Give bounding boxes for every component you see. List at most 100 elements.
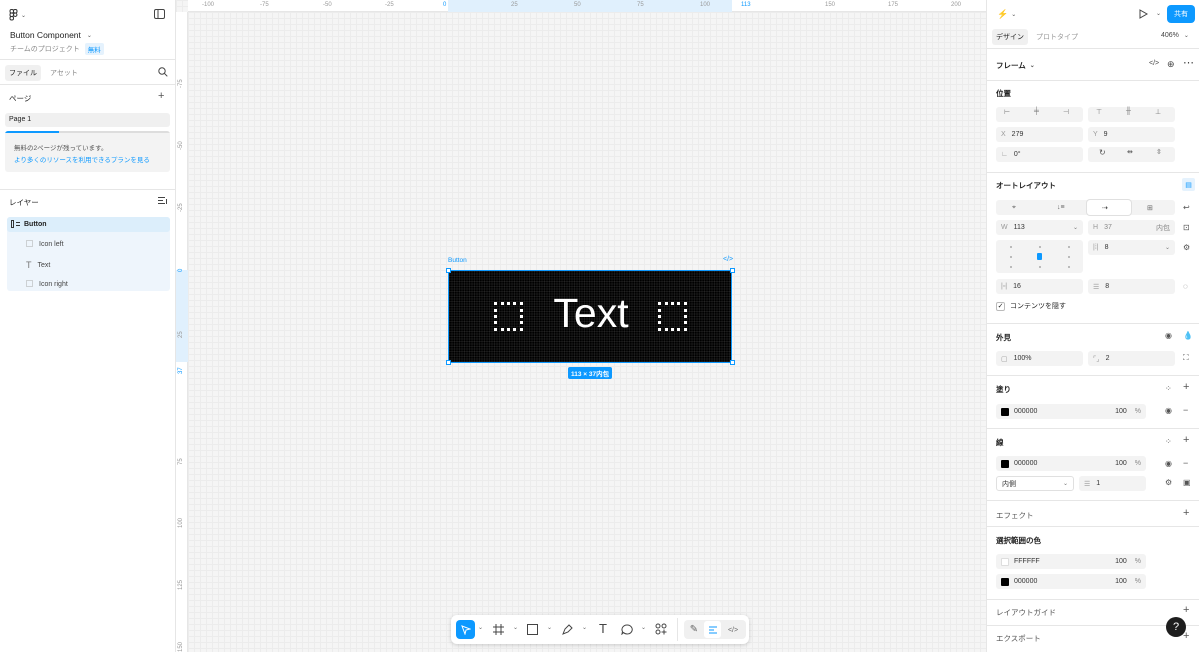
help-button[interactable]: ? bbox=[1166, 617, 1186, 637]
alignment-dot[interactable] bbox=[1010, 246, 1012, 248]
individual-padding-icon[interactable]: ◌ bbox=[1183, 282, 1188, 291]
y-field[interactable]: Y9 bbox=[1088, 127, 1175, 142]
add-effect-icon[interactable]: + bbox=[1183, 508, 1189, 519]
opacity-field[interactable]: ▢ 100% bbox=[996, 351, 1083, 366]
blend-mode-icon[interactable]: 💧 bbox=[1183, 331, 1193, 340]
horizontal-padding-field[interactable]: |▫| 16 bbox=[996, 279, 1083, 294]
upgrade-link[interactable]: より多くのリソースを利用できるプランを見る bbox=[5, 152, 170, 164]
add-layout-guide-icon[interactable]: + bbox=[1183, 605, 1189, 616]
selection-color-row[interactable]: 000000 100% bbox=[996, 574, 1146, 589]
comment-tool-button[interactable] bbox=[620, 622, 634, 636]
alignment-dot[interactable] bbox=[1010, 266, 1012, 268]
pen-tool-button[interactable] bbox=[560, 622, 574, 636]
shape-tool-button[interactable] bbox=[525, 622, 539, 636]
stroke-sides-icon[interactable]: ▣ bbox=[1183, 478, 1191, 487]
horizontal-direction-icon[interactable]: ⇢ bbox=[1102, 200, 1108, 215]
selection-color-row[interactable]: FFFFFF 100% bbox=[996, 554, 1146, 569]
alignment-dot[interactable] bbox=[1010, 256, 1012, 258]
stroke-position-select[interactable]: 内側 ⌄ bbox=[996, 476, 1074, 491]
flip-vertical-icon[interactable]: ⇳ bbox=[1156, 148, 1162, 156]
gap-field[interactable]: |⁞| 8 ⌄ bbox=[1088, 240, 1175, 255]
eye-icon[interactable]: ◉ bbox=[1165, 459, 1172, 468]
button-frame[interactable]: Text bbox=[448, 270, 732, 363]
align-middle-icon[interactable]: ╫ bbox=[1126, 108, 1131, 115]
corner-radius-field[interactable]: ⌜⌟ 2 bbox=[1088, 351, 1175, 366]
color-swatch[interactable] bbox=[1001, 557, 1009, 566]
draw-mode-button[interactable]: ✎ bbox=[687, 622, 701, 636]
resize-handle[interactable] bbox=[730, 268, 735, 273]
horizontal-direction-active[interactable] bbox=[1087, 200, 1131, 215]
stroke-settings-icon[interactable]: ⚙ bbox=[1165, 478, 1172, 487]
sidebar-toggle-icon[interactable] bbox=[154, 9, 165, 19]
chevron-down-icon[interactable]: ⌄ bbox=[478, 624, 483, 631]
independent-corners-icon[interactable]: ⛶ bbox=[1183, 353, 1189, 363]
stroke-weight-field[interactable]: ☰ 1 bbox=[1079, 476, 1146, 491]
stroke-row[interactable]: 000000 100% bbox=[996, 456, 1146, 471]
resize-to-fit-icon[interactable]: ⊡ bbox=[1183, 223, 1190, 232]
styles-icon[interactable]: ⁘ bbox=[1165, 437, 1172, 446]
autolayout-toggle-icon[interactable]: ▤ bbox=[1182, 178, 1195, 191]
color-swatch[interactable] bbox=[1001, 577, 1009, 586]
frame-type-select[interactable]: フレーム ⌄ bbox=[996, 60, 1035, 71]
chevron-down-icon[interactable]: ⌄ bbox=[582, 624, 587, 631]
icon-right-placeholder[interactable] bbox=[658, 302, 687, 331]
clip-content-checkbox[interactable]: ✓ コンテンツを隠す bbox=[996, 301, 1066, 311]
add-fill-icon[interactable]: + bbox=[1183, 382, 1189, 393]
play-icon[interactable] bbox=[1139, 9, 1148, 19]
main-menu-button[interactable]: ⌄ bbox=[9, 9, 26, 21]
alignment-dot[interactable] bbox=[1039, 266, 1041, 268]
layer-item-icon-right[interactable]: Icon right bbox=[26, 280, 68, 288]
code-icon[interactable]: </> bbox=[723, 256, 733, 263]
eye-icon[interactable]: ◉ bbox=[1165, 406, 1172, 415]
alignment-dot[interactable] bbox=[1068, 266, 1070, 268]
file-title[interactable]: Button Component ⌄ bbox=[10, 30, 92, 40]
chevron-down-icon[interactable]: ⌄ bbox=[641, 624, 646, 631]
page-item-page1[interactable]: Page 1 bbox=[5, 113, 170, 127]
fill-swatch[interactable] bbox=[1001, 407, 1009, 416]
design-mode-button[interactable] bbox=[704, 621, 721, 638]
align-top-icon[interactable]: ⊤ bbox=[1096, 108, 1102, 116]
resize-handle[interactable] bbox=[446, 268, 451, 273]
alignment-dot[interactable] bbox=[1068, 256, 1070, 258]
actions-button[interactable] bbox=[654, 622, 668, 636]
rotation-field[interactable]: ∟ 0° bbox=[996, 147, 1083, 162]
vertical-direction-icon[interactable]: ↓≡ bbox=[1057, 200, 1065, 215]
frame-label[interactable]: Button bbox=[448, 257, 467, 264]
eye-icon[interactable]: ◉ bbox=[1165, 331, 1172, 340]
align-left-icon[interactable]: ⊢ bbox=[1004, 108, 1010, 116]
chevron-down-icon[interactable]: ⌄ bbox=[513, 624, 518, 631]
code-icon[interactable]: </> bbox=[1149, 60, 1159, 67]
layer-item-button[interactable]: Button bbox=[11, 220, 47, 228]
resize-handle[interactable] bbox=[730, 360, 735, 365]
chevron-down-icon[interactable]: ⌄ bbox=[1156, 10, 1161, 17]
layout-wrap-icon[interactable]: ⌖ bbox=[1012, 200, 1016, 215]
layout-reverse-icon[interactable]: ↩ bbox=[1183, 203, 1190, 212]
tab-assets[interactable]: アセット bbox=[46, 65, 82, 81]
align-right-icon[interactable]: ⊣ bbox=[1063, 108, 1069, 116]
add-stroke-icon[interactable]: + bbox=[1183, 435, 1189, 446]
align-bottom-icon[interactable]: ⊥ bbox=[1155, 108, 1161, 116]
tab-design[interactable]: デザイン bbox=[992, 29, 1028, 45]
layer-item-icon-left[interactable]: Icon left bbox=[26, 240, 64, 248]
height-field[interactable]: H 37 内包 bbox=[1088, 220, 1175, 235]
layer-list-options-icon[interactable] bbox=[158, 196, 168, 205]
move-tool-button[interactable] bbox=[456, 620, 475, 639]
x-field[interactable]: X 279 bbox=[996, 127, 1083, 142]
advanced-layout-icon[interactable]: ⚙ bbox=[1183, 243, 1190, 252]
component-icon[interactable]: ⊕ bbox=[1167, 59, 1175, 70]
multiplayer-tools[interactable]: ⚡ ⌄ bbox=[997, 9, 1016, 20]
remove-stroke-icon[interactable]: − bbox=[1183, 458, 1188, 468]
share-button[interactable]: 共有 bbox=[1167, 5, 1195, 23]
layer-item-text[interactable]: T Text bbox=[26, 260, 50, 270]
add-page-icon[interactable]: + bbox=[158, 91, 164, 102]
grid-direction-icon[interactable]: ⊞ bbox=[1147, 200, 1153, 215]
button-text[interactable]: Text bbox=[449, 290, 733, 337]
rotate-icon[interactable]: ↻ bbox=[1099, 148, 1106, 157]
alignment-center-active[interactable] bbox=[1037, 253, 1042, 260]
alignment-dot[interactable] bbox=[1039, 246, 1041, 248]
project-name[interactable]: チームのプロジェクト bbox=[10, 44, 80, 54]
flip-horizontal-icon[interactable]: ⇹ bbox=[1127, 148, 1133, 156]
fill-row[interactable]: 000000 100% bbox=[996, 404, 1146, 419]
tab-prototype[interactable]: プロトタイプ bbox=[1036, 32, 1078, 42]
tab-file[interactable]: ファイル bbox=[5, 65, 41, 81]
